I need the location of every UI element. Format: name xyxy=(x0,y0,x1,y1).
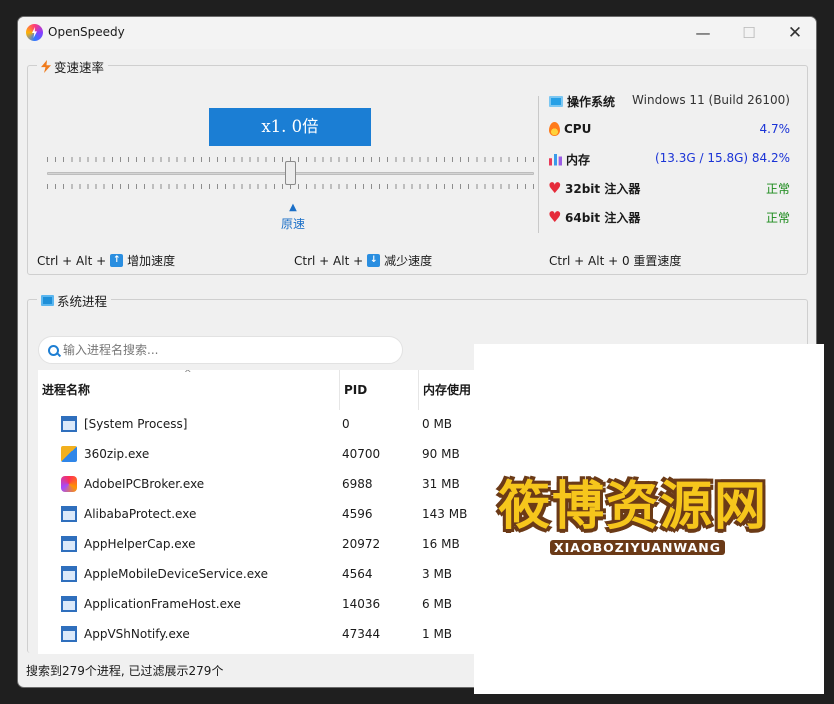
process-pid: 20972 xyxy=(342,537,381,551)
status-bar-text: 搜索到279个进程, 已过滤展示279个 xyxy=(26,664,224,678)
process-name: AppleMobileDeviceService.exe xyxy=(84,567,269,581)
lightning-icon xyxy=(41,60,51,73)
monitor-icon xyxy=(41,295,54,306)
process-pid: 4596 xyxy=(342,507,373,521)
triangle-up-icon: ▲ xyxy=(289,202,297,213)
process-pid: 0 xyxy=(342,417,350,431)
monitor-icon xyxy=(549,96,563,107)
process-memory: 90 MB xyxy=(422,447,460,461)
maximize-button[interactable]: ☐ xyxy=(726,17,772,49)
window-icon xyxy=(61,626,77,642)
original-speed-label: 原速 xyxy=(280,217,305,231)
process-name: 360zip.exe xyxy=(84,447,150,461)
injector64-status: 正常 xyxy=(765,211,790,225)
process-name: AlibabaProtect.exe xyxy=(84,507,197,521)
process-search-input[interactable] xyxy=(63,343,383,357)
shortcut-increase-label: 增加速度 xyxy=(127,254,176,268)
os-label: 操作系统 xyxy=(567,95,616,109)
process-search-box[interactable] xyxy=(38,336,403,364)
process-memory: 3 MB xyxy=(422,567,453,581)
close-button[interactable]: ✕ xyxy=(772,17,816,49)
injector32-label: 32bit 注入器 xyxy=(565,182,641,196)
process-name: [System Process] xyxy=(84,417,188,431)
speed-group: 变速速率 x1. 0倍 ▲ 原速 操作系统 Windows 11 (Build … xyxy=(27,57,808,275)
injector32-label-wrap: 32bit 注入器 xyxy=(548,179,641,197)
process-memory: 6 MB xyxy=(422,597,453,611)
injector32-row: 32bit 注入器 正常 xyxy=(548,179,790,197)
arrow-down-icon: ↓ xyxy=(367,254,381,267)
process-pid: 40700 xyxy=(342,447,381,461)
shortcut-increase: Ctrl + Alt + ↑ 增加速度 xyxy=(37,252,175,269)
memory-label-wrap: 内存 xyxy=(549,151,590,168)
watermark-subtitle: XIAOBOZIYUANWANG xyxy=(550,540,726,555)
shortcut-decrease-combo: Ctrl + Alt + xyxy=(294,253,364,268)
sort-ascending-icon: ^ xyxy=(184,370,192,379)
process-memory: 143 MB xyxy=(422,507,468,521)
speed-group-legend: 变速速率 xyxy=(37,57,109,76)
slider-ticks-bottom xyxy=(47,184,534,189)
cpu-row: CPU 4.7% xyxy=(549,121,790,139)
os-value: Windows 11 (Build 26100) xyxy=(632,93,790,107)
window-icon xyxy=(61,506,77,522)
process-memory: 0 MB xyxy=(422,417,453,431)
process-name: AppVShNotify.exe xyxy=(84,627,190,641)
window-icon xyxy=(61,416,77,432)
process-pid: 6988 xyxy=(342,477,373,491)
shortcut-reset: Ctrl + Alt + 0 重置速度 xyxy=(549,252,681,269)
cpu-value: 4.7% xyxy=(759,122,791,136)
title-bar[interactable]: OpenSpeedy — ☐ ✕ xyxy=(18,17,816,49)
injector64-label-wrap: 64bit 注入器 xyxy=(548,208,641,226)
process-memory: 1 MB xyxy=(422,627,453,641)
flame-icon xyxy=(549,122,560,136)
original-speed-marker[interactable]: ▲ 原速 xyxy=(278,202,308,232)
os-row: 操作系统 Windows 11 (Build 26100) xyxy=(549,92,790,110)
heart-icon xyxy=(548,208,561,226)
adobe-icon xyxy=(61,476,77,492)
watermark-overlay: 筱博资源网 XIAOBOZIYUANWANG xyxy=(474,344,824,694)
bar-chart-icon xyxy=(549,153,562,166)
injector32-status: 正常 xyxy=(765,182,790,196)
memory-row: 内存 (13.3G / 15.8G) 84.2% xyxy=(549,150,790,168)
process-name: AppHelperCap.exe xyxy=(84,537,196,551)
injector64-label: 64bit 注入器 xyxy=(565,211,641,225)
watermark-title: 筱博资源网 xyxy=(498,477,769,537)
heart-icon xyxy=(548,179,561,197)
memory-label: 内存 xyxy=(566,153,591,167)
vertical-divider xyxy=(538,96,539,233)
arrow-up-icon: ↑ xyxy=(110,254,124,267)
speed-slider[interactable] xyxy=(47,155,534,191)
app-logo-icon xyxy=(26,24,43,41)
process-name: AdobeIPCBroker.exe xyxy=(84,477,205,491)
process-name: ApplicationFrameHost.exe xyxy=(84,597,241,611)
os-label-wrap: 操作系统 xyxy=(549,93,615,110)
speed-multiplier-display: x1. 0倍 xyxy=(209,108,371,146)
slider-thumb[interactable] xyxy=(285,161,296,185)
process-pid: 14036 xyxy=(342,597,381,611)
cpu-label: CPU xyxy=(564,122,592,136)
search-icon xyxy=(48,344,59,356)
shortcut-decrease-label: 减少速度 xyxy=(384,254,433,268)
window-icon xyxy=(61,596,77,612)
column-header-name[interactable]: ^ 进程名称 xyxy=(38,370,338,410)
window-title: OpenSpeedy xyxy=(48,25,125,39)
injector64-row: 64bit 注入器 正常 xyxy=(548,208,790,226)
window-icon xyxy=(61,566,77,582)
shortcut-reset-text: Ctrl + Alt + 0 重置速度 xyxy=(549,254,682,268)
column-name-label: 进程名称 xyxy=(42,383,91,397)
process-group-title: 系统进程 xyxy=(57,294,108,309)
zip-icon xyxy=(61,446,77,462)
process-pid: 47344 xyxy=(342,627,381,641)
speed-group-title: 变速速率 xyxy=(54,60,105,75)
process-memory: 31 MB xyxy=(422,477,460,491)
column-header-pid[interactable]: PID xyxy=(339,370,417,410)
process-pid: 4564 xyxy=(342,567,373,581)
shortcut-increase-combo: Ctrl + Alt + xyxy=(37,253,107,268)
cpu-label-wrap: CPU xyxy=(549,122,591,136)
minimize-button[interactable]: — xyxy=(680,17,726,49)
window-icon xyxy=(61,536,77,552)
shortcut-decrease: Ctrl + Alt + ↓ 减少速度 xyxy=(294,252,432,269)
memory-value: (13.3G / 15.8G) 84.2% xyxy=(654,151,790,165)
process-memory: 16 MB xyxy=(422,537,460,551)
process-group-legend: 系统进程 xyxy=(37,291,112,310)
